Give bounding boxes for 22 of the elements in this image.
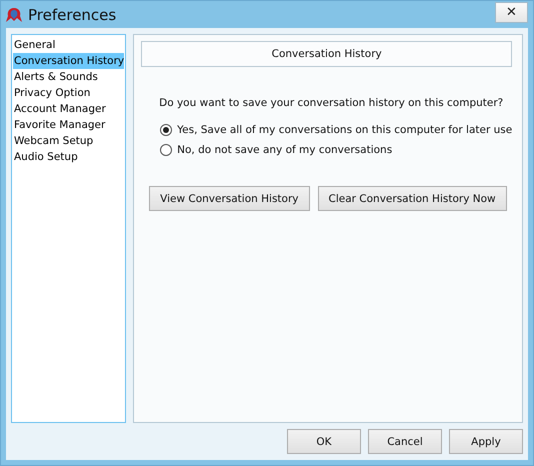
window-title: Preferences [28, 6, 118, 24]
category-item[interactable]: Alerts & Sounds [13, 69, 124, 85]
category-item[interactable]: General [13, 37, 124, 53]
category-item[interactable]: Audio Setup [13, 149, 124, 165]
category-item[interactable]: Privacy Option [13, 85, 124, 101]
question-text: Do you want to save your conversation history on this computer? [159, 97, 504, 109]
dialog-button[interactable]: OK [287, 429, 361, 454]
category-item[interactable]: Conversation History [13, 53, 124, 69]
action-button[interactable]: View Conversation History [149, 186, 310, 211]
category-item[interactable]: Favorite Manager [13, 117, 124, 133]
dialog-button[interactable]: Cancel [368, 429, 442, 454]
option-label: No, do not save any of my conversations [177, 144, 392, 156]
radio-button[interactable] [160, 144, 172, 156]
category-item[interactable]: Account Manager [13, 101, 124, 117]
option-label: Yes, Save all of my conversations on this computer for later use [177, 124, 512, 136]
category-item[interactable]: Webcam Setup [13, 133, 124, 149]
app-logo-icon [5, 6, 23, 22]
action-button[interactable]: Clear Conversation History Now [318, 186, 507, 211]
close-button[interactable]: ✕ [495, 2, 528, 23]
section-heading: Conversation History [141, 41, 512, 67]
dialog-button[interactable]: Apply [449, 429, 523, 454]
radio-button[interactable] [160, 124, 172, 136]
